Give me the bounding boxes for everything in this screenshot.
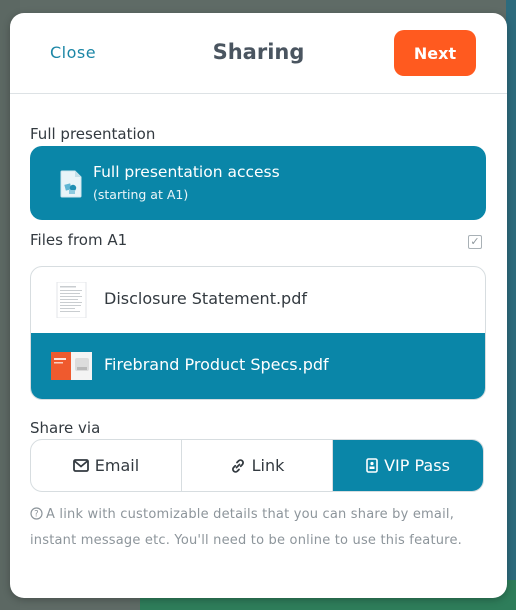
sharing-dialog: Close Sharing Next Full presentation Ful… <box>10 13 507 598</box>
files-section-label: Files from A1 <box>30 231 128 249</box>
link-icon <box>230 458 246 474</box>
share-email-label: Email <box>94 456 140 475</box>
select-all-files-checkbox[interactable]: ✓ <box>468 235 482 249</box>
full-presentation-label: Full presentation <box>30 125 156 143</box>
pdf-thumbnail-icon <box>51 348 92 384</box>
share-vip-pass-option[interactable]: VIP Pass <box>333 440 483 491</box>
help-icon: ? <box>30 505 43 529</box>
share-vip-pass-label: VIP Pass <box>384 456 450 475</box>
files-list: Disclosure Statement.pdf Firebrand Produ… <box>30 266 486 400</box>
help-text: A link with customizable details that yo… <box>30 507 462 548</box>
file-item-disclosure-statement[interactable]: Disclosure Statement.pdf <box>31 267 485 333</box>
full-presentation-title: Full presentation access <box>93 163 280 181</box>
presentation-file-icon <box>60 170 82 202</box>
file-item-firebrand-product-specs[interactable]: Firebrand Product Specs.pdf <box>31 333 485 399</box>
badge-icon <box>366 458 378 473</box>
full-presentation-subtitle: (starting at A1) <box>93 187 189 202</box>
next-button[interactable]: Next <box>394 30 476 76</box>
share-via-label: Share via <box>30 419 101 437</box>
backdrop-right-strip <box>506 0 516 610</box>
share-link-label: Link <box>251 456 285 475</box>
share-email-option[interactable]: Email <box>31 440 182 491</box>
dialog-header: Close Sharing Next <box>10 13 507 94</box>
envelope-icon <box>72 459 89 472</box>
pdf-thumbnail-icon <box>51 281 92 319</box>
share-via-options: Email Link VIP Pass <box>30 439 484 492</box>
share-link-option[interactable]: Link <box>182 440 333 491</box>
full-presentation-access-option[interactable]: Full presentation access (starting at A1… <box>30 146 486 220</box>
file-name: Disclosure Statement.pdf <box>104 289 307 308</box>
svg-text:?: ? <box>34 510 39 520</box>
file-name: Firebrand Product Specs.pdf <box>104 355 329 374</box>
share-help-text: ? A link with customizable details that … <box>30 503 490 553</box>
